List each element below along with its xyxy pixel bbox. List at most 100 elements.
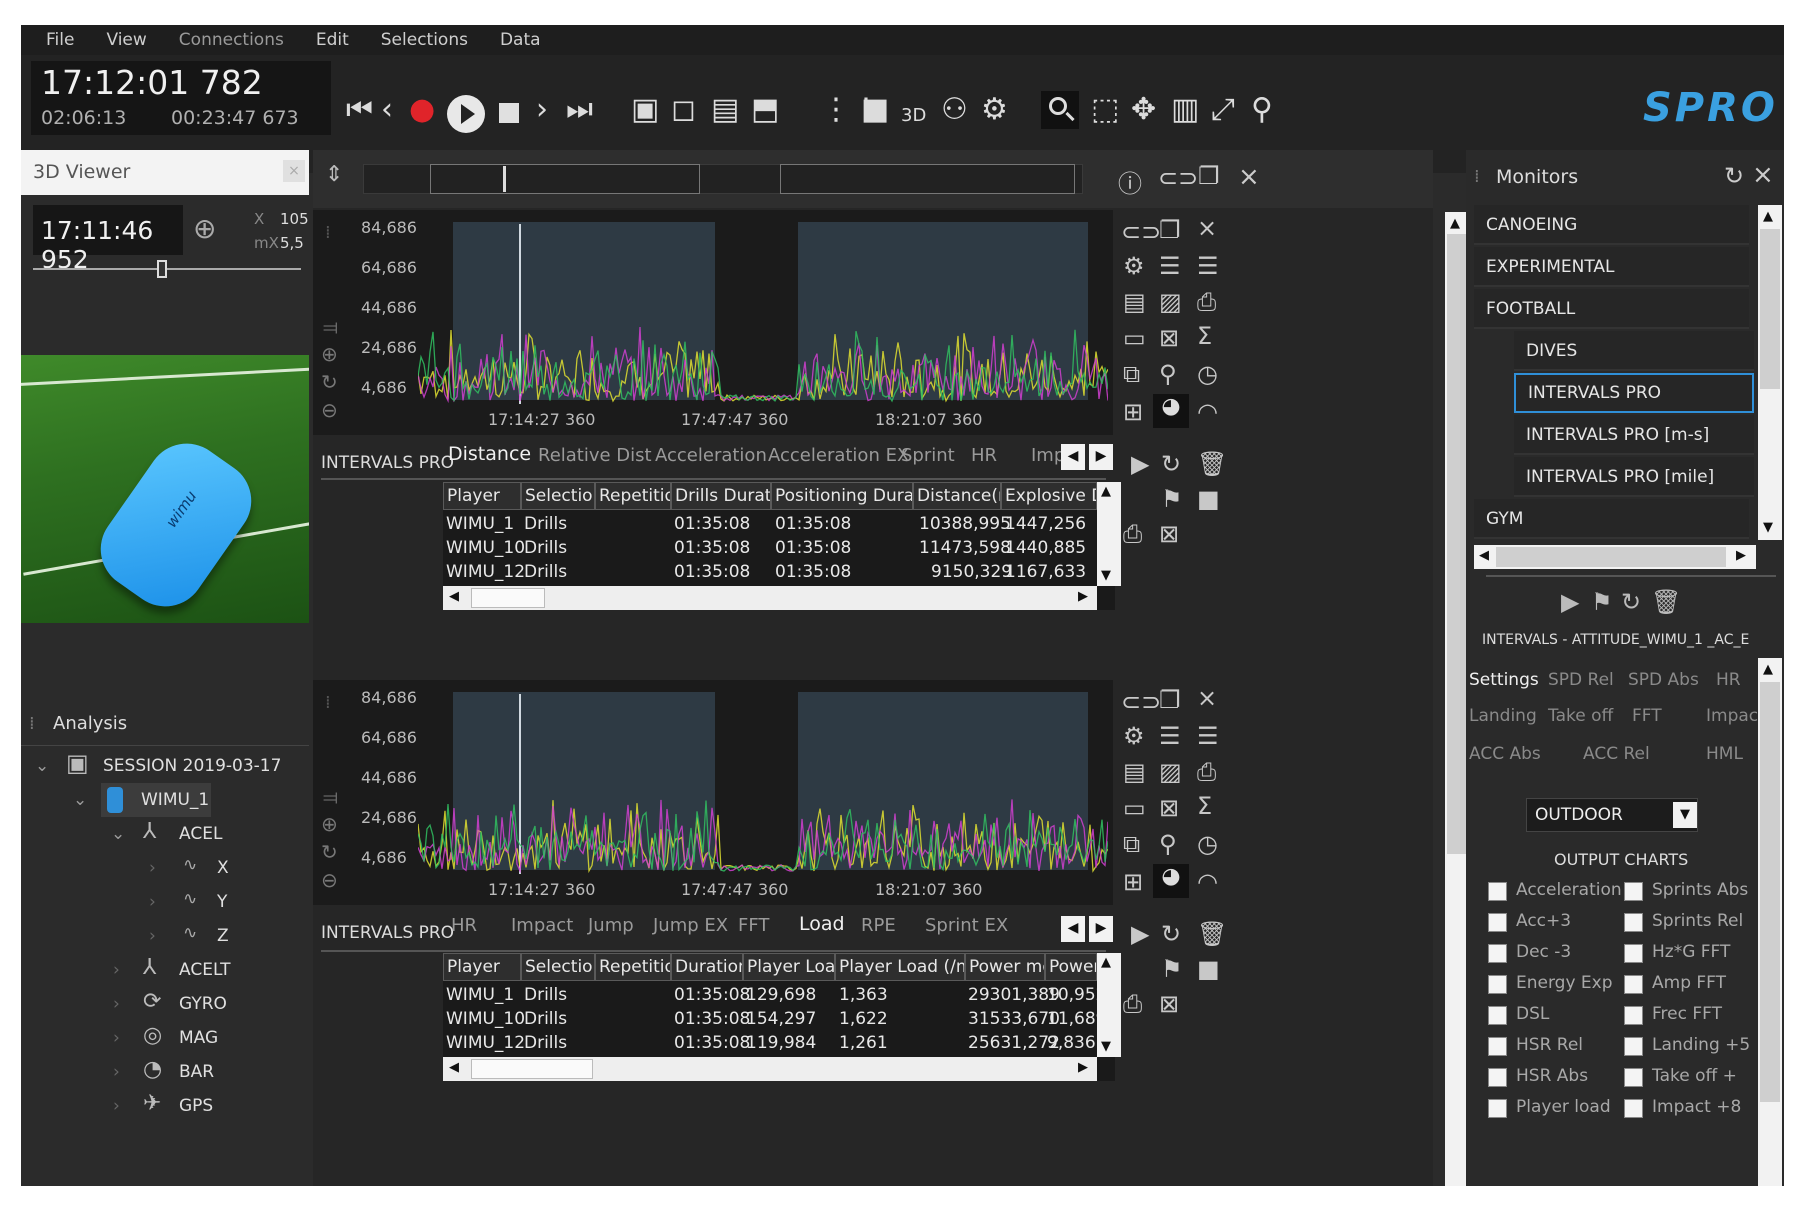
print-icon[interactable]: ⎙ <box>1197 288 1216 316</box>
zoom-in-icon[interactable]: ⊕ <box>321 342 338 366</box>
tree-x[interactable]: X <box>217 858 229 878</box>
col-header[interactable]: Repetition <box>595 482 671 510</box>
info-icon[interactable]: ⓘ <box>1118 164 1142 199</box>
add-icon[interactable]: ⊕ <box>193 212 216 245</box>
resize-icon[interactable]: ⤢ <box>1211 93 1235 127</box>
record-icon[interactable]: ● <box>409 93 435 127</box>
tab-acc-abs[interactable]: ACC Abs <box>1469 744 1541 764</box>
timeline-range-2[interactable] <box>780 164 1075 194</box>
refresh-icon[interactable]: ↻ <box>1161 920 1181 948</box>
pie-icon[interactable]: ◕ <box>1153 394 1189 428</box>
menu-view[interactable]: View <box>106 30 146 50</box>
trash-icon[interactable]: 🗑 <box>1197 450 1227 478</box>
save-icon[interactable]: ▤ <box>1123 288 1146 316</box>
reset-icon[interactable]: ↻ <box>321 370 338 394</box>
image-icon[interactable]: ▨ <box>1159 288 1182 316</box>
comment-icon[interactable]: ▭ <box>1123 794 1146 822</box>
tabs-next-button[interactable]: ▶ <box>1089 444 1113 470</box>
chevron-right-icon[interactable]: › <box>113 960 120 980</box>
tab-load[interactable]: Load <box>799 913 845 935</box>
chevron-right-icon[interactable]: › <box>149 892 156 912</box>
columns-icon[interactable]: ▥ <box>1171 93 1199 127</box>
table-icon[interactable]: ⊞ <box>1123 398 1143 426</box>
tab-distance[interactable]: Distance <box>448 443 531 465</box>
fit-icon[interactable]: ⫤ <box>323 785 338 809</box>
tab-rpe[interactable]: RPE <box>861 915 896 936</box>
refresh-icon[interactable]: ↻ <box>1724 162 1744 190</box>
tab-hr[interactable]: HR <box>451 915 477 936</box>
horizontal-scrollbar[interactable]: ◀ ▶ <box>443 1057 1097 1081</box>
table-row[interactable]: WIMU_10 Drills 01:35:08 01:35:08 11473,598 14… <box>443 536 1097 562</box>
excel-icon[interactable]: ⊠ <box>1159 520 1179 548</box>
col-header[interactable]: Player Load <box>743 953 835 981</box>
col-header[interactable]: Drills Duration <box>671 482 771 510</box>
table-row[interactable]: WIMU_10 Drills 01:35:08 154,297 1,622 31533,6… <box>443 1007 1097 1033</box>
window-icon[interactable]: ❐ <box>1159 686 1181 714</box>
bookmark-icon[interactable]: ⚑ <box>1591 588 1613 616</box>
video-icon[interactable]: ■ <box>1197 955 1220 983</box>
tab-impact[interactable]: Impact <box>511 915 573 936</box>
tree-gps[interactable]: GPS <box>179 1096 213 1116</box>
col-header[interactable]: Repetition <box>595 953 671 981</box>
tree-mag[interactable]: MAG <box>179 1028 218 1048</box>
link-icon[interactable]: ⊂⊃ <box>1158 164 1198 192</box>
play-icon[interactable]: ▶ <box>1131 920 1149 948</box>
vertical-scrollbar[interactable]: ▲ ▼ <box>1097 953 1121 1057</box>
tree-bar[interactable]: BAR <box>179 1062 214 1082</box>
video-icon[interactable]: ■ <box>861 93 889 127</box>
checkbox-hsr-abs[interactable] <box>1488 1068 1507 1087</box>
vertical-scrollbar[interactable]: ▲ ▼ <box>1097 482 1121 586</box>
expand-icon[interactable]: ⌄ <box>111 824 125 844</box>
viewer-3d-scene[interactable]: wimu <box>21 355 309 623</box>
data-table-2[interactable]: Player Selection Repetition Duration Pla… <box>443 953 1121 1081</box>
link-icon[interactable]: ⊂⊃ <box>1121 218 1161 246</box>
col-header[interactable]: Player <box>443 953 521 981</box>
expand-icon[interactable]: ⌄ <box>35 756 49 776</box>
tab-jump-ex[interactable]: Jump EX <box>653 915 728 936</box>
col-header[interactable]: Player Load (/min) <box>835 953 965 981</box>
gear-icon[interactable]: ⚙ <box>1123 252 1145 280</box>
checkbox-player-load[interactable] <box>1488 1099 1507 1118</box>
reset-icon[interactable]: ↻ <box>321 840 338 864</box>
tab-relative-dist[interactable]: Relative Dist <box>538 445 652 466</box>
window-icon[interactable]: ❐ <box>1198 162 1220 190</box>
table-row[interactable]: WIMU_12 Drills 01:35:08 119,984 1,261 25631,2… <box>443 1031 1097 1057</box>
drag-handle-icon[interactable]: ⁞ <box>1474 166 1480 187</box>
viewer-slider[interactable] <box>33 268 301 270</box>
tabs-prev-button[interactable]: ◀ <box>1061 916 1085 942</box>
select-area-icon[interactable]: ⬚ <box>1091 93 1119 127</box>
tab-settings[interactable]: Settings <box>1469 670 1539 690</box>
drag-handle-icon[interactable]: ⁞ <box>29 713 35 734</box>
monitor-gym[interactable]: GYM <box>1474 499 1749 539</box>
monitor-experimental[interactable]: EXPERIMENTAL <box>1474 247 1749 287</box>
table-icon[interactable]: ⊞ <box>1123 868 1143 896</box>
step-back-icon[interactable]: ‹ <box>381 93 393 127</box>
checkbox-acceleration[interactable] <box>1488 882 1507 901</box>
menu-data[interactable]: Data <box>500 30 541 50</box>
session-icon[interactable]: ▣ <box>631 93 659 127</box>
close-icon[interactable]: × <box>1197 214 1217 242</box>
print-icon[interactable]: ⎙ <box>1123 520 1142 548</box>
gear-icon[interactable]: ⚙ <box>981 93 1008 127</box>
horizontal-scrollbar[interactable]: ◀ ▶ <box>443 586 1097 610</box>
sum-icon[interactable]: Σ <box>1197 792 1212 820</box>
menu-selections[interactable]: Selections <box>381 30 468 50</box>
move-icon[interactable]: ✥ <box>1131 93 1156 127</box>
col-header[interactable]: Selection <box>521 953 595 981</box>
location-icon[interactable]: ⚲ <box>1159 360 1177 388</box>
list-numbered-icon[interactable]: ☰ <box>1159 722 1181 750</box>
image-icon[interactable]: ▨ <box>1159 758 1182 786</box>
checkbox-amp-fft[interactable] <box>1624 975 1643 994</box>
bookmark-icon[interactable]: ⚑ <box>1161 485 1183 513</box>
col-header[interactable]: Power r <box>1045 953 1097 981</box>
checkbox-dsl[interactable] <box>1488 1006 1507 1025</box>
play-icon[interactable]: ▶ <box>1131 450 1149 478</box>
tab-spd-rel[interactable]: SPD Rel <box>1548 670 1614 690</box>
monitor-football[interactable]: FOOTBALL <box>1474 289 1749 329</box>
col-header[interactable]: Distance(m) <box>913 482 1001 510</box>
chart-1[interactable]: ⁞ ⫤ ⊕ ↻ ⊖ 84,686 64,686 44,686 24,686 4,… <box>313 210 1113 435</box>
checkbox-hzg-fft[interactable] <box>1624 944 1643 963</box>
device-node[interactable]: WIMU_1 <box>101 783 211 817</box>
tab-sprint-ex[interactable]: Sprint EX <box>925 915 1008 936</box>
tabs-prev-button[interactable]: ◀ <box>1061 444 1085 470</box>
